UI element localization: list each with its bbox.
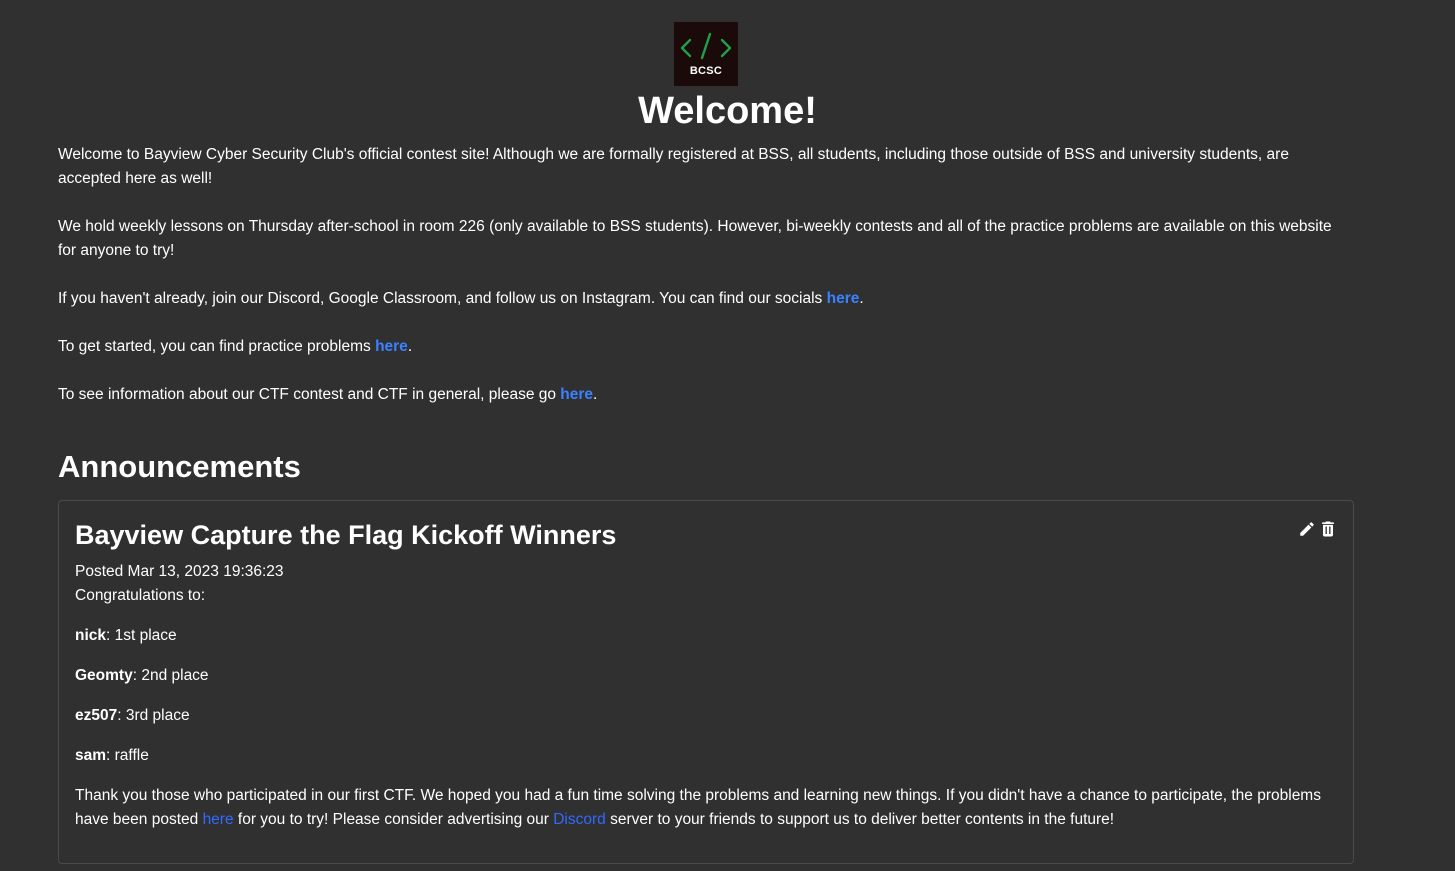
closing-text-2: for you to try! Please consider advertis… (233, 811, 554, 828)
announcement-card: Bayview Capture the Flag Kickoff Winners… (58, 500, 1354, 864)
code-brackets-icon (680, 32, 732, 60)
winner-place: : raffle (106, 747, 149, 764)
page: BCSC Welcome! Welcome to Bayview Cyber S… (0, 0, 1455, 871)
winner-name: ez507 (75, 707, 118, 724)
socials-period: . (859, 290, 864, 307)
pencil-icon[interactable] (1298, 520, 1316, 543)
announcement-posted-date: Posted Mar 13, 2023 19:36:23 (75, 563, 284, 580)
bcsc-logo[interactable]: BCSC (674, 22, 738, 86)
winner-name: sam (75, 747, 107, 764)
winner-item: nick: 1st place (75, 624, 1325, 648)
ctf-info-text: To see information about our CTF contest… (58, 386, 561, 403)
intro-section: Welcome to Bayview Cyber Security Club's… (58, 143, 1338, 431)
winner-item: Geomty: 2nd place (75, 664, 1325, 688)
announcement-actions (1298, 518, 1338, 545)
announcement-closing: Thank you those who participated in our … (75, 784, 1325, 832)
winner-item: ez507: 3rd place (75, 704, 1325, 728)
announcement-body: Posted Mar 13, 2023 19:36:23 Congratulat… (75, 560, 1325, 832)
socials-link[interactable]: here (827, 290, 860, 307)
winner-item: sam: raffle (75, 744, 1325, 768)
intro-paragraph-1: Welcome to Bayview Cyber Security Club's… (58, 146, 1289, 187)
announcement-intro: Congratulations to: (75, 587, 206, 604)
winner-place: : 3rd place (117, 707, 190, 724)
winner-name: Geomty (75, 667, 133, 684)
announcements-heading: Announcements (58, 449, 301, 484)
discord-link[interactable]: Discord (553, 811, 606, 828)
winner-place: : 2nd place (132, 667, 209, 684)
practice-period: . (407, 338, 413, 355)
ctf-info-period: . (593, 386, 598, 403)
practice-text: To get started, you can find practice pr… (58, 338, 376, 355)
logo-text: BCSC (689, 65, 723, 77)
practice-problems-link[interactable]: here (375, 338, 408, 355)
socials-text: If you haven't already, join our Discord… (58, 290, 827, 307)
problems-link[interactable]: here (203, 811, 234, 828)
announcement-title: Bayview Capture the Flag Kickoff Winners (75, 520, 617, 550)
intro-paragraph-2: We hold weekly lessons on Thursday after… (58, 218, 1332, 259)
trash-icon[interactable] (1318, 518, 1338, 545)
closing-text-3: server to your friends to support us to … (605, 811, 1115, 828)
page-title: Welcome! (638, 90, 817, 132)
intro-paragraph-4: To get started, you can find practice pr… (58, 335, 1338, 359)
winner-name: nick (75, 627, 107, 644)
intro-paragraph-5: To see information about our CTF contest… (58, 383, 1338, 407)
winner-place: : 1st place (106, 627, 177, 644)
intro-paragraph-3: If you haven't already, join our Discord… (58, 287, 1338, 311)
ctf-info-link[interactable]: here (560, 386, 593, 403)
